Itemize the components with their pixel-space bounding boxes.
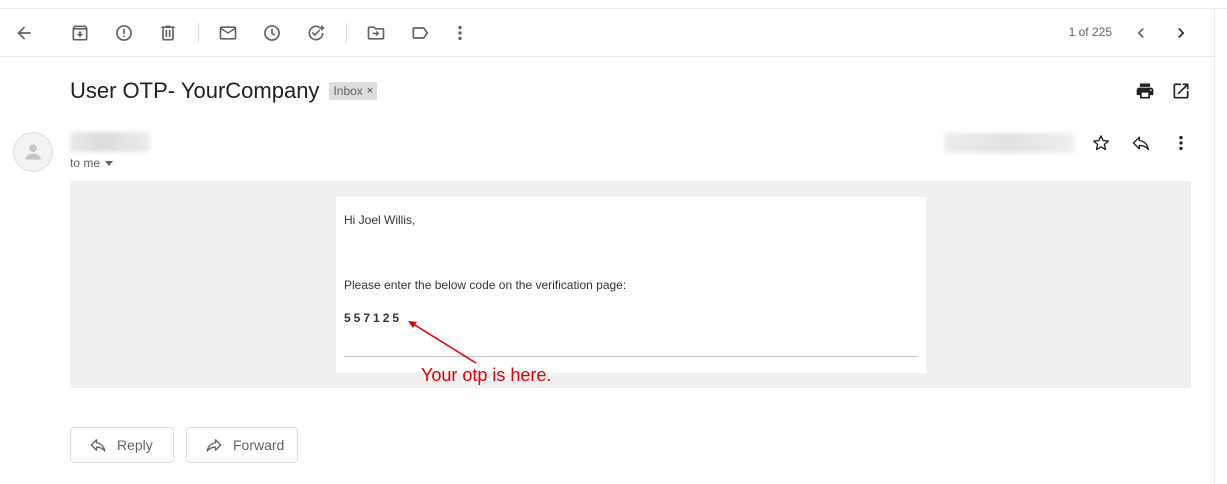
remove-label-button[interactable]: × [367, 85, 373, 97]
older-button[interactable] [1167, 19, 1195, 47]
star-button[interactable] [1089, 131, 1113, 155]
email-instruction: Please enter the below code on the verif… [344, 278, 627, 292]
recipient-details-toggle[interactable]: to me [70, 156, 114, 170]
add-to-tasks-button[interactable] [302, 19, 330, 47]
mark-unread-icon [219, 26, 237, 40]
labels-button[interactable] [406, 19, 434, 47]
more-vert-icon [458, 25, 462, 41]
pagination-count: 1 of 225 [1068, 25, 1112, 39]
chevron-left-icon [1137, 28, 1144, 38]
archive-button[interactable] [66, 19, 94, 47]
message-toolbar: 1 of 225 [0, 9, 1214, 57]
back-arrow-icon [17, 26, 31, 40]
label-chip-text: Inbox [333, 84, 363, 98]
window-right-border [1214, 8, 1215, 484]
reply-icon [90, 439, 106, 452]
open-new-window-icon [1173, 83, 1189, 99]
forward-icon [206, 439, 222, 452]
report-spam-button[interactable] [110, 19, 138, 47]
message-date-redacted [944, 133, 1074, 153]
open-in-new-window-button[interactable] [1169, 79, 1193, 103]
otp-code: 557125 [344, 311, 403, 325]
print-all-button[interactable] [1133, 79, 1157, 103]
delete-icon [161, 25, 175, 41]
sender-avatar [13, 132, 53, 172]
forward-button-label: Forward [233, 437, 285, 453]
chevron-right-icon [1178, 28, 1185, 38]
default-avatar-icon [25, 144, 41, 160]
annotation-arrow-icon [408, 321, 477, 364]
back-button[interactable] [10, 19, 38, 47]
recipient-text: to me [70, 156, 101, 170]
print-icon [1136, 83, 1154, 99]
newer-button[interactable] [1127, 19, 1155, 47]
inbox-label-chip[interactable]: Inbox × [329, 82, 378, 100]
report-spam-icon [116, 25, 132, 41]
annotation-label: Your otp is here. [421, 365, 552, 385]
subject-row: User OTP- YourCompany Inbox × [70, 76, 378, 106]
archive-icon [72, 25, 88, 41]
delete-button[interactable] [154, 19, 182, 47]
labels-icon [412, 27, 429, 39]
more-vert-icon [1179, 135, 1183, 151]
forward-button[interactable]: Forward [186, 427, 298, 463]
snooze-button[interactable] [258, 19, 286, 47]
reply-button[interactable]: Reply [70, 427, 174, 463]
move-to-icon [367, 26, 385, 40]
message-subject: User OTP- YourCompany [70, 78, 320, 103]
mark-unread-button[interactable] [214, 19, 242, 47]
message-more-button[interactable] [1169, 131, 1193, 155]
reply-icon-button[interactable] [1129, 131, 1153, 155]
move-to-button[interactable] [362, 19, 390, 47]
toolbar-separator [198, 23, 199, 43]
more-options-button[interactable] [446, 19, 474, 47]
email-greeting: Hi Joel Willis, [344, 213, 416, 227]
star-icon [1093, 135, 1109, 151]
snooze-icon [264, 25, 280, 41]
reply-button-label: Reply [117, 437, 153, 453]
toolbar-separator [346, 23, 347, 43]
reply-icon [1132, 136, 1150, 151]
caret-down-icon [105, 160, 114, 166]
add-task-icon [308, 25, 325, 41]
sender-name-redacted [70, 132, 150, 152]
